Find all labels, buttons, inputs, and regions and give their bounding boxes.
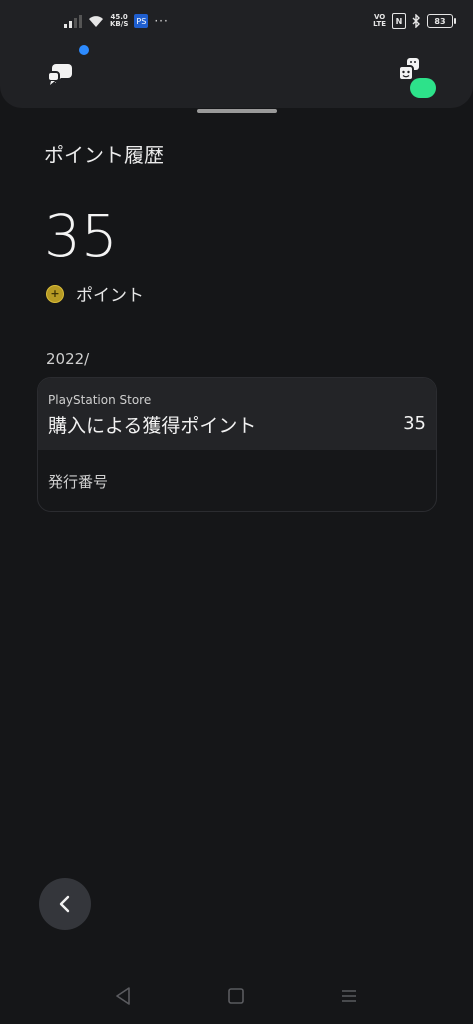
more-notifications-icon: ··· [154,14,169,28]
volte-icon: VO LTE [373,14,386,28]
system-back-button[interactable] [109,984,137,1008]
wifi-icon [89,15,103,27]
header-panel: 45.0 KB/S PS ··· VO LTE N 83 [0,0,473,108]
speed-unit: KB/S [110,20,129,28]
playstation-notification-icon: PS [134,14,149,28]
history-card[interactable]: PlayStation Store 購入による獲得ポイント 35 発行番号 [37,377,437,512]
online-status-indicator [410,78,436,98]
entry-id-label: 発行番号 [48,473,109,491]
system-nav-bar [0,970,473,1024]
battery-icon: 83 [427,14,456,28]
entry-amount: 35 [403,413,426,434]
notification-dot [79,45,89,55]
points-unit: ポイント [76,286,144,306]
points-total: 35 [44,202,118,270]
network-speed: 45.0 KB/S [110,14,128,28]
back-triangle-icon [116,987,130,1005]
volte-bottom: LTE [373,20,386,28]
points-coin-icon: + [46,284,64,303]
entry-description: 購入による獲得ポイント [48,415,257,437]
chevron-left-icon [59,895,70,913]
nfc-icon: N [392,13,406,29]
entry-source: PlayStation Store [48,393,152,407]
signal-icon [64,14,82,28]
history-date-heading: 2022/ [46,350,90,368]
status-left: 45.0 KB/S PS ··· [64,14,169,28]
back-button[interactable] [39,878,91,930]
messages-button[interactable] [44,54,84,90]
menu-lines-icon [342,990,356,1002]
system-home-button[interactable] [222,984,250,1008]
points-label-row: + ポイント [46,281,144,306]
chat-bubbles-icon [47,64,72,85]
bluetooth-icon [412,14,420,28]
home-square-icon [228,988,244,1004]
page-title: ポイント履歴 [44,143,164,167]
history-entry[interactable]: PlayStation Store 購入による獲得ポイント 35 [38,378,436,450]
status-bar: 45.0 KB/S PS ··· VO LTE N 83 [0,0,473,44]
drag-handle[interactable] [197,109,277,113]
system-menu-button[interactable] [335,984,363,1008]
status-right: VO LTE N 83 [373,13,456,29]
screen: 45.0 KB/S PS ··· VO LTE N 83 ポイント履歴 35 +… [0,0,473,1024]
